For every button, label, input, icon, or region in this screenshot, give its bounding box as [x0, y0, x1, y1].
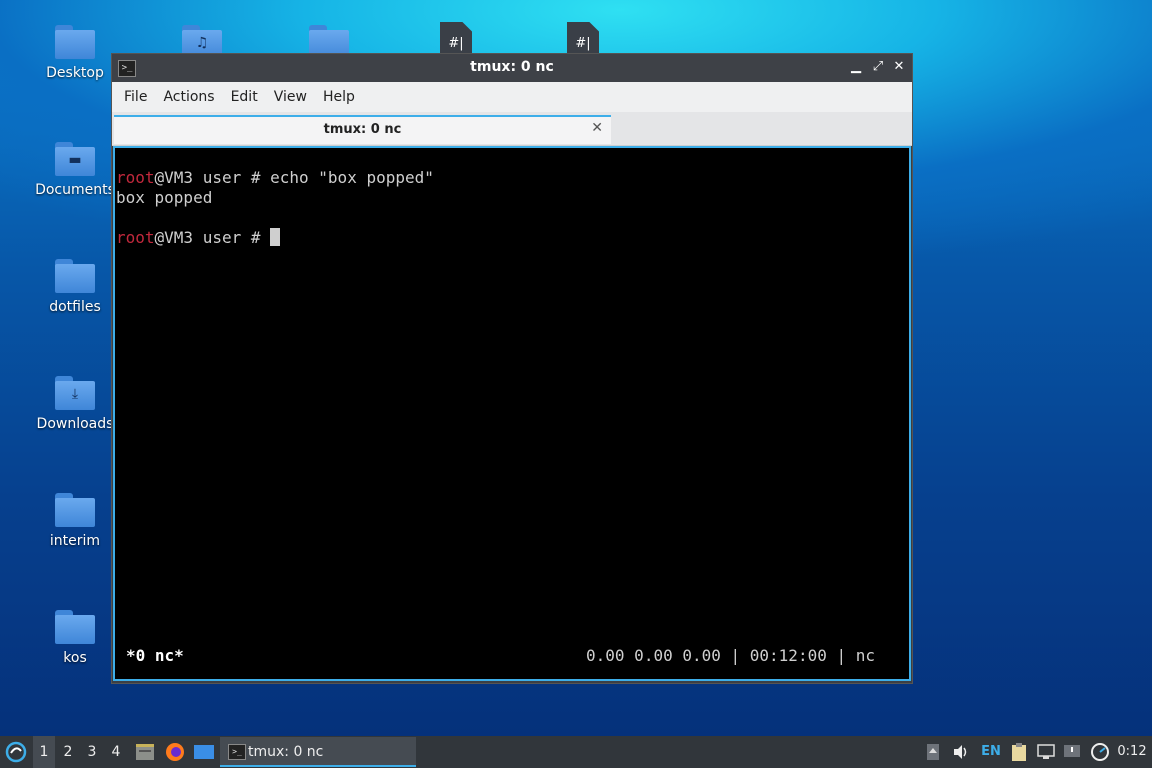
maximize-icon[interactable]: ⤢	[870, 59, 886, 75]
documents-folder-icon: ▬	[55, 142, 95, 176]
prompt-user: root	[116, 228, 155, 247]
workspace-3[interactable]: 3	[81, 736, 103, 768]
task-label: tmux: 0 nc	[248, 744, 324, 760]
taskbar-task-tmux[interactable]: >_ tmux: 0 nc	[220, 737, 416, 767]
menu-help[interactable]: Help	[315, 89, 363, 105]
clock[interactable]: 0:12	[1114, 736, 1150, 768]
workspace-1[interactable]: 1	[33, 736, 55, 768]
show-desktop-icon[interactable]	[191, 736, 217, 768]
menu-file[interactable]: File	[116, 89, 155, 105]
desktop-icon-label: Desktop	[46, 65, 104, 81]
tmux-status-window: *0 nc*	[126, 646, 184, 665]
downloads-folder-icon: ⤓	[55, 376, 95, 410]
tab-close-icon[interactable]: ✕	[591, 120, 603, 136]
power-icon[interactable]	[1087, 736, 1113, 768]
workspace-2[interactable]: 2	[57, 736, 79, 768]
prompt-user: root	[116, 168, 155, 187]
folder-icon	[55, 610, 95, 644]
desktop-icon-label: dotfiles	[49, 299, 101, 315]
desktop-icon-label: Downloads	[36, 416, 114, 432]
window-title: tmux: 0 nc	[470, 59, 554, 75]
tab-tmux[interactable]: tmux: 0 nc ✕	[114, 115, 611, 144]
folder-icon	[55, 25, 95, 59]
menu-bar: File Actions Edit View Help	[112, 82, 912, 112]
taskbar: 1 2 3 4 >_ tmux: 0 nc EN 0:12	[0, 736, 1152, 768]
desktop-icon-documents[interactable]: ▬ Documents	[25, 142, 125, 198]
file-manager-icon[interactable]	[132, 736, 158, 768]
close-icon[interactable]: ✕	[891, 59, 907, 75]
workspace-4[interactable]: 4	[105, 736, 127, 768]
desktop-icon-desktop[interactable]: Desktop	[25, 25, 125, 81]
menu-edit[interactable]: Edit	[223, 89, 266, 105]
eject-icon[interactable]	[922, 736, 944, 768]
firefox-icon[interactable]	[162, 736, 188, 768]
folder-icon	[55, 493, 95, 527]
prompt-command: @VM3 user # echo "box popped"	[154, 168, 434, 187]
window-titlebar[interactable]: >_ tmux: 0 nc ▁ ⤢ ✕	[112, 54, 912, 82]
terminal-line-3: root@VM3 user #	[116, 228, 281, 247]
terminal-line-1: root@VM3 user # echo "box popped"	[116, 168, 434, 187]
terminal-line-2: box popped	[116, 188, 213, 207]
folder-icon	[55, 259, 95, 293]
desktop-icon-downloads[interactable]: ⤓ Downloads	[25, 376, 125, 432]
desktop-icon-label: Documents	[35, 182, 115, 198]
desktop-icon-label: kos	[63, 650, 87, 666]
menu-view[interactable]: View	[266, 89, 315, 105]
clipboard-icon[interactable]	[1007, 736, 1031, 768]
app-menu-icon[interactable]	[2, 736, 30, 768]
desktop-icon-kos[interactable]: kos	[25, 610, 125, 666]
prompt-text: @VM3 user #	[154, 228, 271, 247]
tab-label: tmux: 0 nc	[323, 122, 402, 137]
tab-bar: tmux: 0 nc ✕	[112, 112, 912, 146]
network-icon[interactable]	[1034, 736, 1058, 768]
desktop-icon-dotfiles[interactable]: dotfiles	[25, 259, 125, 315]
keyboard-layout-indicator[interactable]: EN	[978, 736, 1004, 768]
notification-icon[interactable]	[1060, 736, 1084, 768]
terminal-area[interactable]: root@VM3 user # echo "box popped" box po…	[113, 146, 911, 681]
volume-icon[interactable]	[950, 736, 972, 768]
desktop-icon-interim[interactable]: interim	[25, 493, 125, 549]
menu-actions[interactable]: Actions	[155, 89, 222, 105]
minimize-icon[interactable]: ▁	[848, 59, 864, 75]
desktop-icon-label: interim	[49, 533, 101, 549]
text-cursor	[270, 228, 281, 246]
tmux-status-right: 0.00 0.00 0.00 | 00:12:00 | nc	[586, 646, 875, 665]
terminal-task-icon: >_	[228, 744, 246, 760]
terminal-window: >_ tmux: 0 nc ▁ ⤢ ✕ File Actions Edit Vi…	[111, 53, 913, 684]
